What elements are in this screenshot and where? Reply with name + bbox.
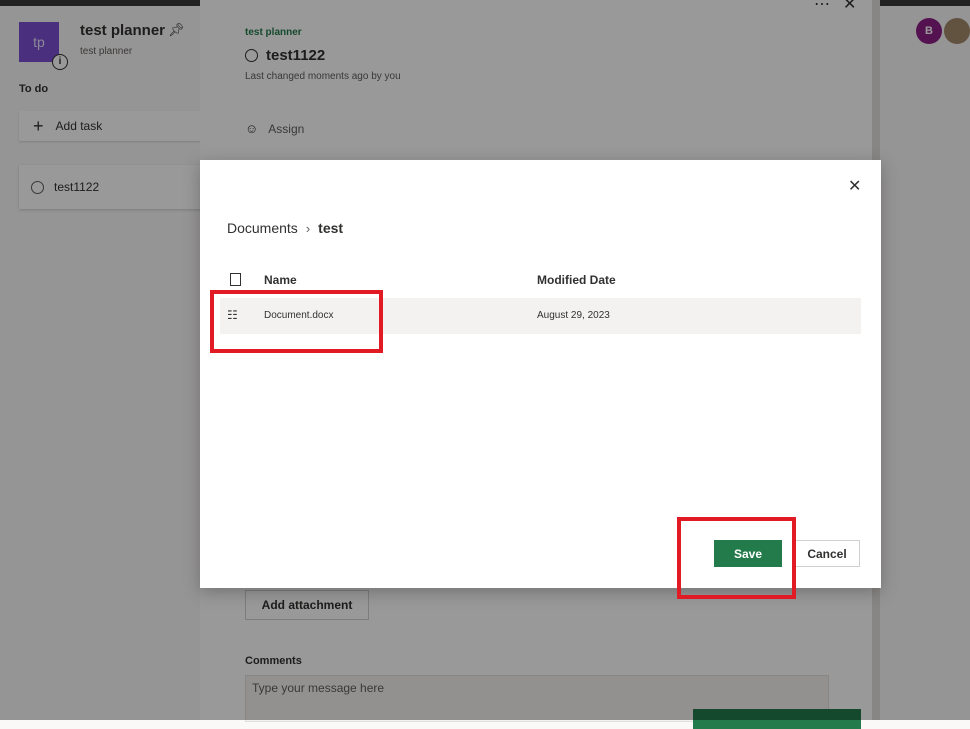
chevron-right-icon: › <box>305 220 311 236</box>
highlight-box-save <box>677 517 796 599</box>
file-type-icon <box>230 273 241 286</box>
column-header-name[interactable]: Name <box>264 273 297 287</box>
file-modified-date: August 29, 2023 <box>537 310 610 321</box>
highlight-box-file <box>210 290 383 353</box>
column-header-modified[interactable]: Modified Date <box>537 273 616 287</box>
breadcrumb-item-documents[interactable]: Documents <box>227 220 298 236</box>
breadcrumb: Documents › test <box>227 220 343 236</box>
breadcrumb-item-current: test <box>318 220 344 236</box>
cancel-button[interactable]: Cancel <box>794 540 860 567</box>
close-icon[interactable]: ✕ <box>848 176 861 196</box>
